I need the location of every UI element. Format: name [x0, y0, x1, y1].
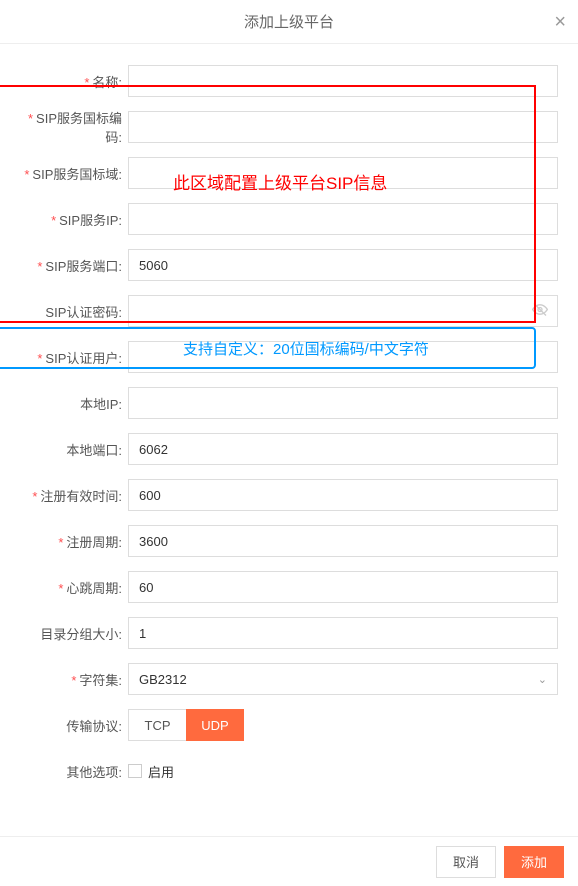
- input-sip-port[interactable]: [128, 249, 558, 281]
- label-protocol: 传输协议:: [20, 716, 128, 735]
- label-local-port: 本地端口:: [20, 440, 128, 459]
- input-sip-password[interactable]: [128, 295, 558, 327]
- input-name[interactable]: [128, 65, 558, 97]
- label-reg-period: 注册周期:: [20, 532, 128, 551]
- row-charset: 字符集: GB2312 ⌄: [20, 663, 558, 695]
- row-name: 名称:: [20, 65, 558, 97]
- cancel-button[interactable]: 取消: [436, 846, 496, 878]
- label-heartbeat: 心跳周期:: [20, 578, 128, 597]
- input-local-ip[interactable]: [128, 387, 558, 419]
- modal-body: 名称: SIP服务国标编码: SIP服务国标域: SIP服务IP: SIP服务端…: [0, 45, 578, 787]
- close-icon[interactable]: ×: [554, 12, 566, 32]
- input-local-port[interactable]: [128, 433, 558, 465]
- select-charset[interactable]: GB2312 ⌄: [128, 663, 558, 695]
- label-name: 名称:: [20, 72, 128, 91]
- label-sip-password: SIP认证密码:: [20, 302, 128, 321]
- row-reg-valid: 注册有效时间:: [20, 479, 558, 511]
- chevron-down-icon: ⌄: [538, 673, 547, 686]
- label-other: 其他选项:: [20, 762, 128, 781]
- label-reg-valid: 注册有效时间:: [20, 486, 128, 505]
- segment-protocol: TCP UDP: [128, 709, 244, 741]
- input-reg-period[interactable]: [128, 525, 558, 557]
- input-heartbeat[interactable]: [128, 571, 558, 603]
- row-sip-ip: SIP服务IP:: [20, 203, 558, 235]
- checkbox-enable[interactable]: [128, 764, 142, 778]
- row-sip-domain: SIP服务国标域:: [20, 157, 558, 189]
- row-sip-port: SIP服务端口:: [20, 249, 558, 281]
- row-protocol: 传输协议: TCP UDP: [20, 709, 558, 741]
- input-sip-user[interactable]: [128, 341, 558, 373]
- checkbox-enable-label: 启用: [148, 762, 174, 781]
- input-sip-domain[interactable]: [128, 157, 558, 189]
- label-sip-port: SIP服务端口:: [20, 256, 128, 275]
- row-other: 其他选项: 启用: [20, 755, 558, 787]
- label-sip-code: SIP服务国标编码:: [20, 108, 128, 146]
- eye-icon[interactable]: [532, 302, 548, 321]
- label-sip-domain: SIP服务国标域:: [20, 164, 128, 183]
- segment-udp[interactable]: UDP: [186, 709, 244, 741]
- row-dir-group: 目录分组大小:: [20, 617, 558, 649]
- row-local-ip: 本地IP:: [20, 387, 558, 419]
- row-sip-code: SIP服务国标编码:: [20, 111, 558, 143]
- label-dir-group: 目录分组大小:: [20, 624, 128, 643]
- row-local-port: 本地端口:: [20, 433, 558, 465]
- modal-dialog: 添加上级平台 × 名称: SIP服务国标编码: SIP服务国标域: SIP服务I…: [0, 0, 578, 886]
- input-sip-ip[interactable]: [128, 203, 558, 235]
- select-charset-value: GB2312: [139, 672, 187, 687]
- submit-button[interactable]: 添加: [504, 846, 564, 878]
- segment-tcp[interactable]: TCP: [128, 709, 186, 741]
- label-sip-user: SIP认证用户:: [20, 348, 128, 367]
- row-heartbeat: 心跳周期:: [20, 571, 558, 603]
- row-sip-user: SIP认证用户:: [20, 341, 558, 373]
- input-dir-group[interactable]: [128, 617, 558, 649]
- modal-footer: 取消 添加: [0, 836, 578, 886]
- row-reg-period: 注册周期:: [20, 525, 558, 557]
- input-sip-code[interactable]: [128, 111, 558, 143]
- row-sip-password: SIP认证密码:: [20, 295, 558, 327]
- modal-header: 添加上级平台 ×: [0, 0, 578, 44]
- label-local-ip: 本地IP:: [20, 394, 128, 413]
- modal-title: 添加上级平台: [244, 11, 334, 32]
- input-reg-valid[interactable]: [128, 479, 558, 511]
- label-charset: 字符集:: [20, 670, 128, 689]
- label-sip-ip: SIP服务IP:: [20, 210, 128, 229]
